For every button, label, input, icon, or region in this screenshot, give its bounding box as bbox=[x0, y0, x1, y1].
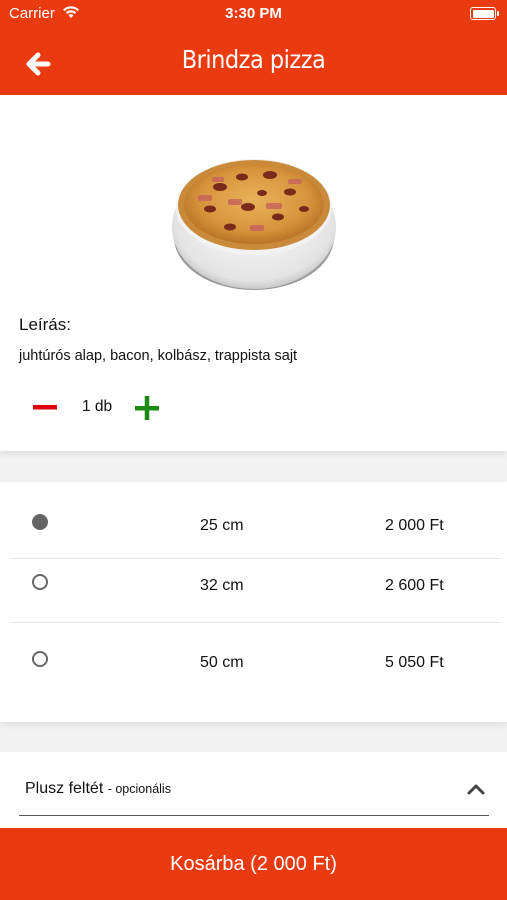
battery-icon bbox=[470, 7, 499, 20]
status-bar: Carrier 3:30 PM bbox=[0, 0, 507, 28]
divider bbox=[10, 622, 501, 623]
radio-selected-icon[interactable] bbox=[32, 514, 48, 530]
chevron-up-icon[interactable] bbox=[466, 782, 486, 796]
divider bbox=[10, 558, 501, 559]
size-option-32[interactable]: 32 cm 2 600 Ft bbox=[0, 564, 507, 641]
product-card: Leírás: juhtúrós alap, bacon, kolbász, t… bbox=[0, 95, 507, 451]
radio-icon[interactable] bbox=[32, 651, 48, 667]
extras-optional-label: - opcionális bbox=[107, 782, 171, 796]
size-label: 50 cm bbox=[200, 654, 244, 671]
size-price: 2 600 Ft bbox=[385, 577, 444, 594]
size-price: 2 000 Ft bbox=[385, 517, 444, 534]
page-title: Brindza pizza bbox=[181, 45, 326, 74]
size-option-25[interactable]: 25 cm 2 000 Ft bbox=[0, 482, 507, 559]
divider bbox=[19, 815, 489, 816]
extras-label: Plusz feltét - opcionális bbox=[25, 780, 171, 798]
minus-icon[interactable] bbox=[31, 395, 59, 419]
plus-icon[interactable] bbox=[133, 394, 161, 422]
size-label: 25 cm bbox=[200, 517, 244, 534]
description-label: Leírás: bbox=[19, 315, 71, 334]
add-to-cart-button[interactable]: Kosárba (2 000 Ft) bbox=[0, 828, 507, 900]
size-options: 25 cm 2 000 Ft 32 cm 2 600 Ft 50 cm 5 05… bbox=[0, 482, 507, 722]
size-option-50[interactable]: 50 cm 5 050 Ft bbox=[0, 641, 507, 718]
description-text: juhtúrós alap, bacon, kolbász, trappista… bbox=[19, 348, 298, 364]
extras-section[interactable]: Plusz feltét - opcionális bbox=[0, 752, 507, 828]
quantity-value: 1 db bbox=[82, 398, 113, 415]
radio-icon[interactable] bbox=[32, 574, 48, 590]
extras-title: Plusz feltét bbox=[25, 780, 104, 797]
status-time: 3:30 PM bbox=[225, 5, 282, 22]
pizza-image bbox=[172, 159, 336, 290]
size-price: 5 050 Ft bbox=[385, 654, 444, 671]
app-header: Carrier 3:30 PM Brindza pizza bbox=[0, 0, 507, 95]
size-label: 32 cm bbox=[200, 577, 244, 594]
